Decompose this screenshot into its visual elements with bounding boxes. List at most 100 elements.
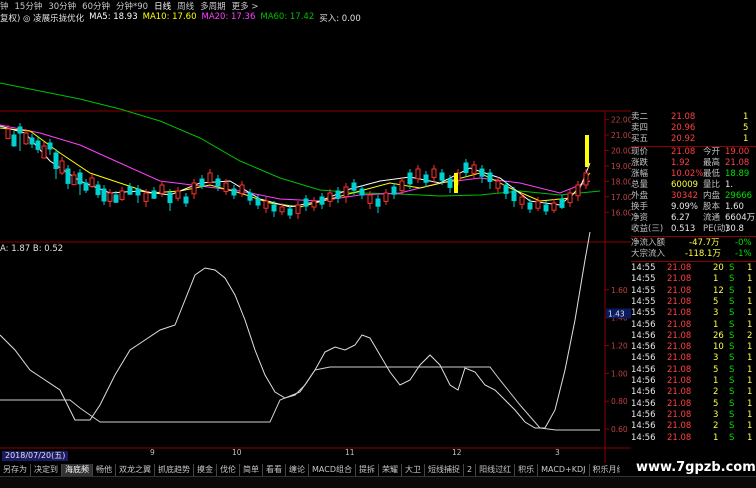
quote-label: 净资 [631, 213, 649, 223]
price-tick-label: 20.00 [611, 147, 631, 156]
price-tick-label: 16.00 [611, 208, 631, 217]
indicator-tab[interactable]: 提拆 [356, 464, 379, 476]
flow-label: 大宗流入 [631, 249, 666, 259]
indicator-tab[interactable]: 阳线过红 [476, 464, 516, 476]
tick-time: 14:56 [631, 409, 656, 420]
ma10-line [0, 127, 591, 208]
candle-body [239, 184, 245, 194]
candle-body [583, 172, 589, 186]
candle-body [471, 164, 477, 174]
quote-row: 涨幅 10.02% 最低 18.89 [631, 169, 756, 180]
quote-label: 内盘 [703, 191, 721, 201]
order-volume: 5 [743, 123, 749, 133]
candle-body [391, 186, 397, 195]
candle-body [495, 180, 501, 189]
candle-body [287, 208, 293, 216]
period-30min[interactable]: 30分钟 [48, 0, 76, 12]
candle-body [407, 172, 413, 185]
tick-count: 1 [747, 398, 753, 409]
indicator-tab[interactable]: 简单 [240, 464, 263, 476]
indicator-tab[interactable]: MACD+KDJ [538, 464, 590, 476]
period-1min[interactable]: 钟 [0, 0, 9, 12]
candle-body [41, 145, 47, 159]
quote-value: 10.02% [671, 169, 704, 179]
indicator-tab[interactable]: 另存为 [0, 464, 31, 476]
quote-row: 外盘 30342 内盘 29666 [631, 191, 756, 202]
tick-side: S [729, 421, 735, 432]
candle-body [383, 192, 389, 202]
ma20-value: MA20: 17.36 [201, 12, 256, 22]
tick-count: 1 [747, 376, 753, 386]
indicator-tab[interactable]: 双龙之翼 [116, 464, 155, 476]
indicator-title[interactable]: 复权) ◎ 凌展乐拢优化 [0, 12, 84, 24]
indicator-tab[interactable]: 积乐 [515, 464, 539, 476]
candle-body [479, 168, 485, 177]
indicator-tab[interactable]: 大卫 [402, 464, 425, 476]
order-row: 卖四 20.96 5 [631, 123, 756, 134]
period-multi[interactable]: 多周期 [200, 0, 226, 12]
indicator-tab[interactable]: 伐伦 [217, 464, 240, 476]
tick-volume: 5 [713, 296, 719, 307]
indicator-tab[interactable]: 海底频 [62, 464, 93, 476]
candle-body [575, 184, 581, 197]
order-volume: 1 [743, 134, 749, 144]
tick-count: 1 [747, 263, 753, 273]
quote-value: 21.08 [725, 158, 750, 168]
candle-body [29, 137, 35, 145]
tick-volume: 10 [713, 342, 724, 353]
tick-side: S [729, 364, 735, 375]
osc-tick-label: 0.80 [611, 397, 628, 406]
candle-body [303, 198, 309, 207]
flow-value: -47.7万 [689, 238, 720, 248]
indicator-tab[interactable]: 荣耀 [379, 464, 402, 476]
indicator-tab[interactable]: 看看 [263, 464, 286, 476]
tick-price: 21.08 [667, 308, 692, 319]
candle-body [335, 190, 341, 199]
quote-value: 1. [725, 180, 734, 190]
ma10-value: MA10: 17.60 [142, 12, 197, 22]
indicator-tab[interactable]: 决定到 [31, 464, 62, 476]
order-price: 20.92 [671, 134, 696, 144]
candle-body [223, 182, 229, 192]
tick-row: 14:56 21.08 1 S 1 [631, 376, 756, 387]
period-daily[interactable]: 日线 [154, 0, 171, 12]
candle-body [215, 178, 221, 187]
candle-body [17, 126, 23, 134]
tick-volume: 1 [713, 319, 719, 330]
tick-price: 21.08 [667, 263, 692, 273]
date-tick-label: 11 [345, 448, 355, 457]
ma5-value: MA5: 18.93 [89, 12, 138, 22]
indicator-tab[interactable]: 畅他 [93, 464, 116, 476]
quote-label: 流通 [703, 213, 721, 223]
candle-body [59, 160, 65, 174]
status-strip [0, 476, 756, 488]
kline-chart[interactable]: 22.00 21.00 20.00 19.00 18.00 17.00 16.00 1.60 1… [0, 23, 631, 463]
candle-body [487, 172, 493, 182]
indicator-tab[interactable]: MACD组合 [309, 464, 356, 476]
indicator-tab[interactable]: 短线捕捉 [425, 464, 464, 476]
signal-bar [585, 135, 589, 167]
period-15min[interactable]: 15分钟 [15, 0, 43, 12]
flow-value: -118.1万 [685, 249, 721, 259]
indicator-tab[interactable]: 抓底趋势 [155, 464, 194, 476]
period-more[interactable]: 更多 > [232, 0, 259, 12]
indicator-tab[interactable]: 缠论 [286, 464, 309, 476]
period-90min[interactable]: 分钟*90 [116, 0, 148, 12]
candle-body [415, 168, 421, 180]
order-label: 卖四 [631, 123, 649, 133]
tick-price: 21.08 [667, 376, 692, 386]
indicator-tab[interactable]: 2 [464, 464, 477, 476]
price-tick-label: 17.00 [611, 193, 631, 202]
candle-body [503, 184, 509, 194]
indicator-tab[interactable]: 积乐月线 [590, 464, 620, 476]
quote-row: 现价 21.08 今开 19.00 [631, 147, 756, 158]
date-tick-label: 10 [232, 448, 242, 457]
indicator-tab[interactable]: 摸金 [194, 464, 217, 476]
tick-row: 14:55 21.08 12 S 1 [631, 286, 756, 297]
candle-body [439, 172, 445, 181]
tick-price: 21.08 [667, 409, 692, 420]
tick-count: 1 [747, 319, 753, 330]
period-60min[interactable]: 60分钟 [82, 0, 110, 12]
flow-row: 净流入额 -47.7万 -0% [631, 238, 756, 249]
period-weekly[interactable]: 周线 [177, 0, 194, 12]
